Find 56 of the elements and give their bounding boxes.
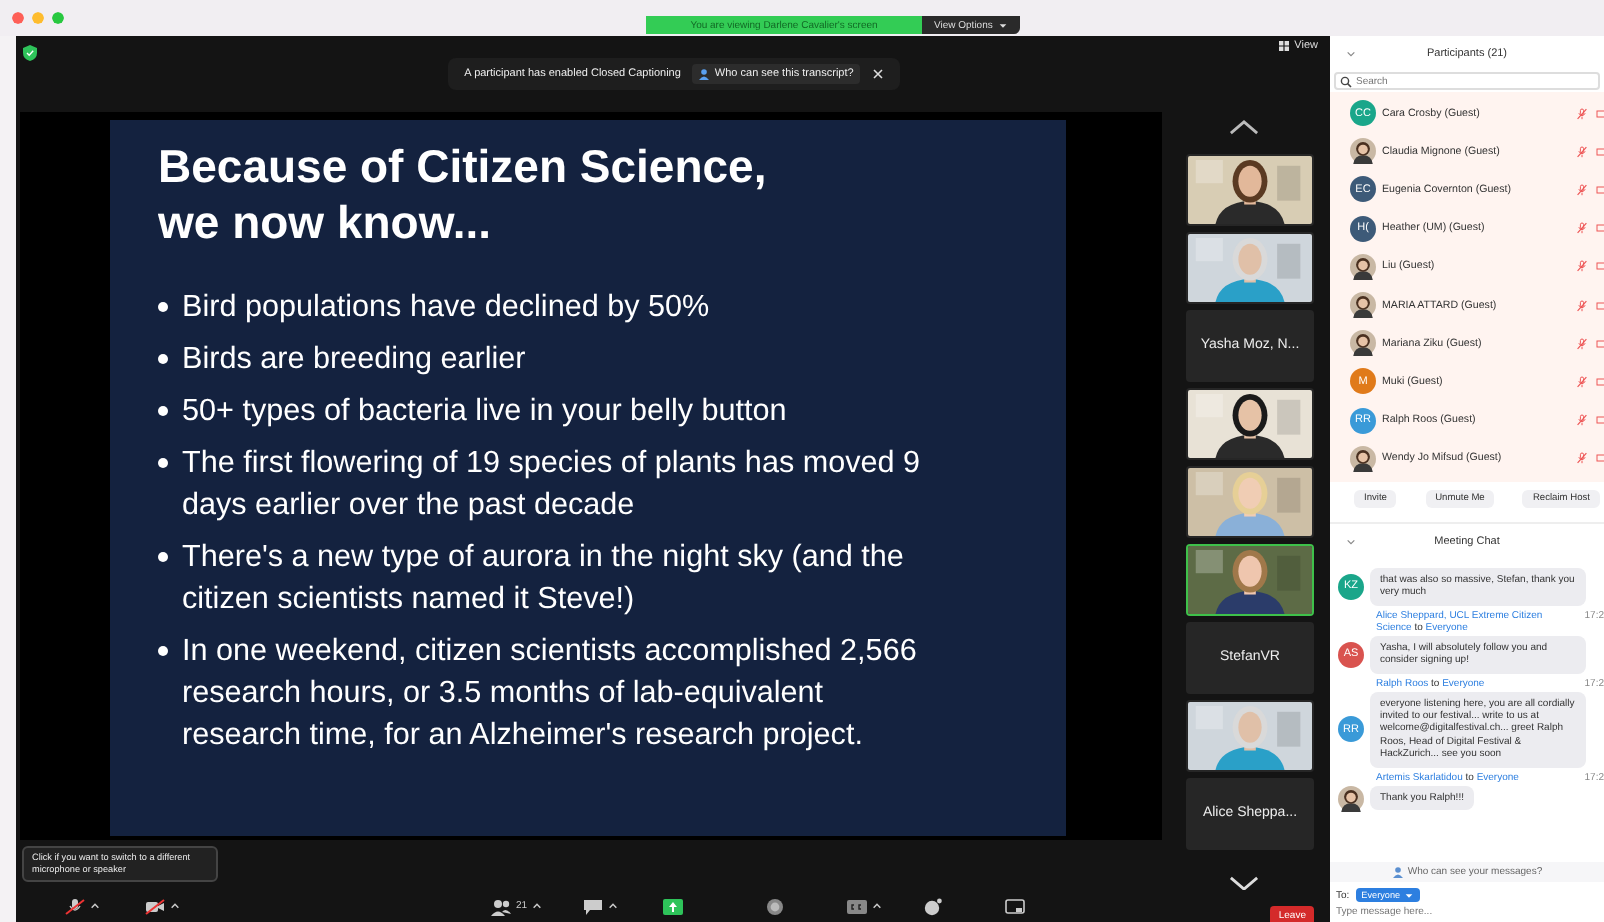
video-tile[interactable] (1186, 153, 1314, 225)
close-window-icon[interactable] (12, 12, 24, 24)
bullet-dot (158, 302, 168, 312)
scroll-up-icon[interactable] (1228, 120, 1260, 135)
close-icon[interactable] (871, 68, 884, 80)
video-tile[interactable] (1186, 231, 1314, 303)
share-screen-icon[interactable] (661, 897, 684, 915)
scroll-down-icon[interactable] (1228, 875, 1260, 890)
video-tile[interactable] (1186, 699, 1314, 771)
bullet-dot (158, 406, 168, 416)
caret-icon[interactable] (871, 902, 882, 910)
slide-title-line: Because of Citizen Science, (158, 138, 769, 194)
bullet-text: In one weekend, citizen scientists accomplished 2,566 research hours, or 3.5 months of lab-equivalent research time, for an Alzheimer's research project. (182, 632, 919, 756)
muted-microphone-icon[interactable] (1576, 183, 1588, 196)
video-tile[interactable] (1186, 465, 1314, 537)
collapse-icon[interactable] (1346, 537, 1356, 546)
muted-microphone-icon[interactable] (1576, 414, 1588, 427)
bullet-text: Birds are breeding earlier (182, 340, 526, 380)
bullet-text: There's a new type of aurora in the night sky (and the citizen scientists named it Steve!) (182, 538, 906, 620)
caret-icon[interactable] (607, 902, 618, 910)
caret-icon[interactable] (90, 902, 100, 910)
bullet-text: 50+ types of bacteria live in your belly button (182, 392, 787, 432)
person-icon[interactable] (698, 68, 711, 80)
collapse-icon[interactable] (1346, 50, 1356, 58)
camera-icon[interactable] (144, 897, 166, 915)
person-icon (1391, 866, 1404, 878)
muted-microphone-icon[interactable] (1576, 452, 1588, 465)
muted-microphone-icon[interactable] (1576, 222, 1588, 235)
muted-microphone-icon[interactable] (1576, 260, 1588, 273)
people-icon[interactable] (490, 897, 512, 915)
slide-title-line: we now know... (158, 194, 494, 250)
record-icon[interactable] (763, 897, 786, 915)
grid-icon[interactable] (1278, 40, 1291, 52)
muted-microphone-icon[interactable] (1576, 337, 1588, 350)
caret-icon[interactable] (531, 902, 542, 910)
microphone-icon[interactable] (64, 897, 86, 915)
muted-microphone-icon[interactable] (1576, 145, 1588, 158)
chat-icon[interactable] (581, 897, 604, 915)
muted-microphone-icon[interactable] (1576, 375, 1588, 388)
bullet-dot (158, 458, 168, 468)
bullet-dot (158, 354, 168, 364)
shield-icon[interactable] (22, 44, 38, 62)
video-tile[interactable] (1186, 387, 1314, 459)
smiley-icon[interactable] (921, 897, 944, 915)
caret-icon[interactable] (998, 21, 1009, 29)
captions-icon[interactable] (845, 897, 868, 915)
window-icon[interactable] (1003, 897, 1026, 915)
muted-microphone-icon[interactable] (1576, 299, 1588, 312)
search-icon (1340, 75, 1352, 87)
muted-microphone-icon[interactable] (1576, 107, 1588, 120)
bullet-text: The first flowering of 19 species of plants has moved 9 days earlier over the past decade (182, 444, 923, 526)
bullet-text: Bird populations have declined by 50% (182, 288, 710, 328)
bullet-dot (158, 552, 168, 562)
bullet-dot (158, 646, 168, 656)
caret-icon[interactable] (170, 902, 180, 910)
video-tile[interactable] (1186, 543, 1314, 615)
